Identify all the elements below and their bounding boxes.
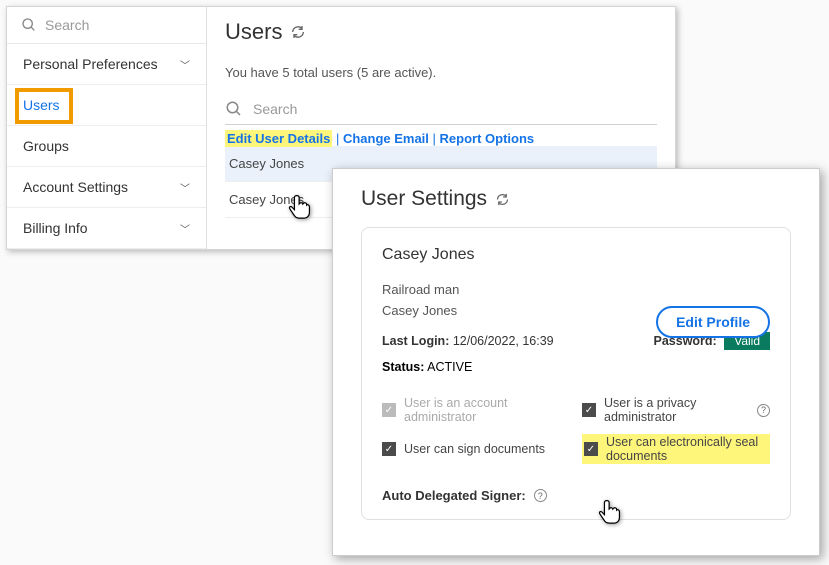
user-settings-panel: User Settings Casey Jones Railroad man C… — [332, 168, 820, 556]
sidebar-item-billing-info[interactable]: Billing Info ﹀ — [7, 208, 206, 249]
check-seal-docs[interactable]: ✓ User can electronically seal documents — [582, 434, 770, 464]
users-search[interactable]: Search — [225, 94, 657, 125]
refresh-icon[interactable] — [290, 24, 306, 40]
search-icon — [21, 17, 37, 33]
profile-role: Railroad man — [382, 282, 770, 297]
permission-checks: ✓ User is an account administrator ✓ Use… — [382, 396, 770, 464]
report-options-link[interactable]: Report Options — [440, 131, 535, 146]
settings-title-text: User Settings — [361, 187, 487, 211]
last-login-value: 12/06/2022, 16:39 — [453, 334, 554, 348]
check-label: User can sign documents — [404, 442, 545, 456]
sidebar-item-label: Billing Info — [23, 220, 88, 236]
auto-delegated-label: Auto Delegated Signer: — [382, 488, 526, 503]
chevron-down-icon: ﹀ — [180, 180, 190, 195]
edit-user-details-link[interactable]: Edit User Details — [225, 130, 332, 147]
check-sign-docs[interactable]: ✓ User can sign documents — [382, 434, 570, 464]
search-icon — [225, 100, 243, 118]
help-icon[interactable]: ? — [534, 489, 547, 502]
sidebar-item-account-settings[interactable]: Account Settings ﹀ — [7, 167, 206, 208]
sidebar-item-label: Groups — [23, 138, 69, 154]
auto-delegated-signer: Auto Delegated Signer: ? — [382, 488, 770, 503]
status-value: ACTIVE — [427, 360, 472, 374]
change-email-link[interactable]: Change Email — [343, 131, 429, 146]
check-label: User is an account administrator — [404, 396, 570, 424]
sidebar-item-users[interactable]: Users — [7, 85, 206, 126]
check-privacy-admin[interactable]: ✓ User is a privacy administrator ? — [582, 396, 770, 424]
checkbox-icon: ✓ — [582, 403, 596, 417]
sidebar-item-personal-prefs[interactable]: Personal Preferences ﹀ — [7, 44, 206, 85]
page-title-text: Users — [225, 19, 282, 45]
user-count-text: You have 5 total users (5 are active). — [225, 65, 657, 80]
page-title: Users — [225, 19, 657, 45]
separator: | — [332, 131, 343, 146]
sidebar-item-label: Account Settings — [23, 179, 128, 195]
checkbox-icon: ✓ — [584, 442, 598, 456]
separator: | — [429, 131, 440, 146]
check-label: User is a privacy administrator — [604, 396, 751, 424]
chevron-down-icon: ﹀ — [180, 221, 190, 236]
settings-title: User Settings — [361, 187, 791, 223]
status-row: Status: ACTIVE — [382, 360, 770, 374]
checkbox-icon: ✓ — [382, 403, 396, 417]
users-search-placeholder: Search — [253, 101, 297, 117]
check-label: User can electronically seal documents — [606, 435, 768, 463]
sidebar: Search Personal Preferences ﹀ Users Grou… — [7, 7, 207, 249]
help-icon[interactable]: ? — [757, 404, 770, 417]
last-login-label: Last Login: — [382, 334, 449, 348]
profile-name: Casey Jones — [382, 246, 770, 264]
sidebar-item-label: Users — [23, 97, 60, 113]
profile-card: Casey Jones Railroad man Casey Jones Edi… — [361, 227, 791, 520]
sidebar-search-placeholder: Search — [45, 17, 89, 33]
sidebar-search[interactable]: Search — [7, 7, 206, 44]
sidebar-item-label: Personal Preferences — [23, 56, 158, 72]
check-account-admin: ✓ User is an account administrator — [382, 396, 570, 424]
action-bar: Edit User Details | Change Email | Repor… — [225, 131, 657, 146]
checkbox-icon: ✓ — [382, 442, 396, 456]
refresh-icon[interactable] — [495, 192, 510, 207]
chevron-down-icon: ﹀ — [180, 57, 190, 72]
sidebar-item-groups[interactable]: Groups — [7, 126, 206, 167]
status-label: Status: — [382, 360, 424, 374]
edit-profile-button[interactable]: Edit Profile — [656, 306, 770, 338]
